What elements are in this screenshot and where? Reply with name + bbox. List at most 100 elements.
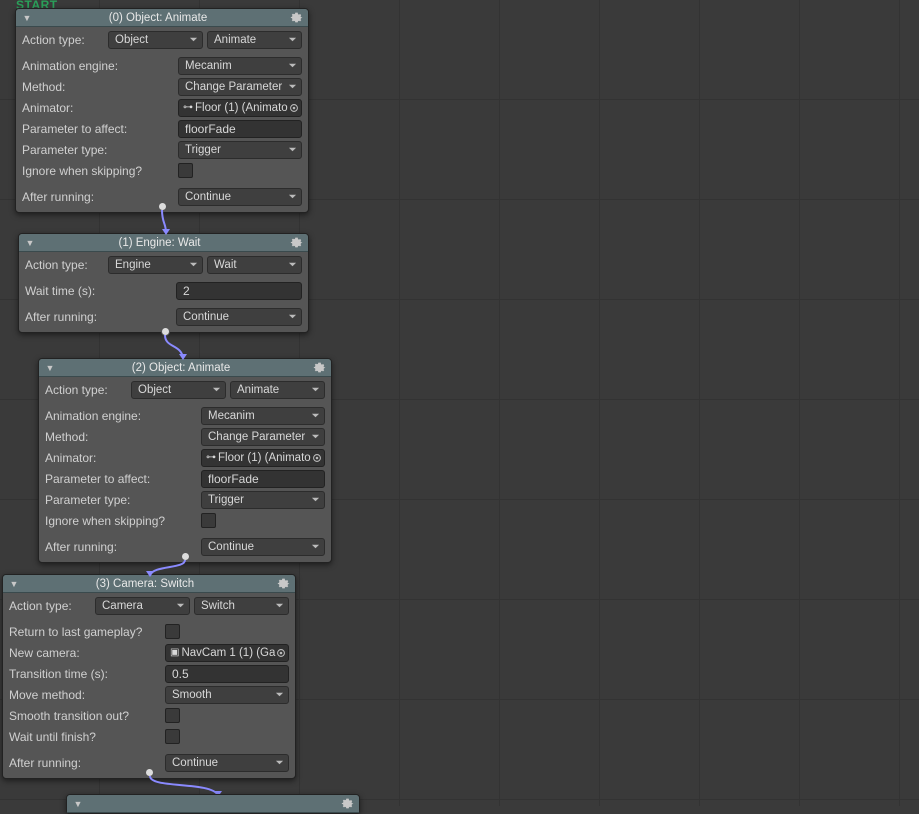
- chevron-down-icon: [287, 35, 297, 45]
- label-parameter-type: Parameter type:: [22, 143, 107, 157]
- checkbox-return-gameplay[interactable]: [165, 624, 180, 639]
- connector-dot[interactable]: [158, 202, 167, 211]
- select-animation-engine[interactable]: Mecanim: [178, 57, 302, 75]
- chevron-down-icon: [310, 542, 320, 552]
- node-title: (2) Object: Animate: [57, 362, 311, 374]
- label-animator: Animator:: [22, 101, 73, 115]
- gear-icon[interactable]: [288, 235, 304, 251]
- checkbox-smooth-out[interactable]: [165, 708, 180, 723]
- node-header[interactable]: ▼ (1) Engine: Wait: [19, 234, 308, 252]
- label-return-gameplay: Return to last gameplay?: [9, 625, 142, 639]
- select-action-category[interactable]: Engine: [108, 256, 203, 274]
- object-field-animator[interactable]: ⊶ Floor (1) (Animato: [178, 99, 302, 117]
- select-after-running[interactable]: Continue: [201, 538, 325, 556]
- label-after-running: After running:: [9, 756, 81, 770]
- chevron-down-icon: [287, 145, 297, 155]
- connector-dot[interactable]: [161, 327, 170, 336]
- select-parameter-type[interactable]: Trigger: [178, 141, 302, 159]
- chevron-down-icon: [188, 35, 198, 45]
- chevron-down-icon: [287, 192, 297, 202]
- node-title: (0) Object: Animate: [34, 12, 288, 24]
- label-animation-engine: Animation engine:: [22, 59, 118, 73]
- checkbox-ignore-skipping[interactable]: [201, 513, 216, 528]
- chevron-down-icon: [274, 758, 284, 768]
- label-action-type: Action type:: [22, 33, 85, 47]
- checkbox-ignore-skipping[interactable]: [178, 163, 193, 178]
- collapse-icon[interactable]: ▼: [71, 797, 85, 811]
- node-header[interactable]: ▼ (0) Object: Animate: [16, 9, 308, 27]
- gear-icon[interactable]: [339, 796, 355, 812]
- animator-type-icon: ⊶: [206, 453, 216, 463]
- label-smooth-out: Smooth transition out?: [9, 709, 129, 723]
- select-after-running[interactable]: Continue: [176, 308, 302, 326]
- checkbox-wait-finish[interactable]: [165, 729, 180, 744]
- object-field-new-camera[interactable]: ▣ NavCam 1 (1) (Ga: [165, 644, 289, 662]
- object-picker-icon[interactable]: [275, 646, 287, 660]
- gear-icon[interactable]: [311, 360, 327, 376]
- select-move-method[interactable]: Smooth: [165, 686, 289, 704]
- input-parameter[interactable]: floorFade: [201, 470, 325, 488]
- select-action[interactable]: Wait: [207, 256, 302, 274]
- select-method[interactable]: Change Parameter: [201, 428, 325, 446]
- collapse-icon[interactable]: ▼: [23, 236, 37, 250]
- collapse-icon[interactable]: ▼: [7, 577, 21, 591]
- label-action-type: Action type:: [45, 383, 108, 397]
- label-action-type: Action type:: [25, 258, 88, 272]
- label-transition-time: Transition time (s):: [9, 667, 108, 681]
- select-parameter-type[interactable]: Trigger: [201, 491, 325, 509]
- label-method: Method:: [45, 430, 88, 444]
- chevron-down-icon: [310, 495, 320, 505]
- label-after-running: After running:: [45, 540, 117, 554]
- connector-dot[interactable]: [181, 552, 190, 561]
- gear-icon[interactable]: [288, 10, 304, 26]
- node-engine-wait-1[interactable]: ▼ (1) Engine: Wait Action type: Engine W…: [18, 233, 309, 333]
- node-object-animate-0[interactable]: ▼ (0) Object: Animate Action type: Objec…: [15, 8, 309, 213]
- node-next-partial[interactable]: ▼: [66, 794, 360, 814]
- node-camera-switch-3[interactable]: ▼ (3) Camera: Switch Action type: Camera…: [2, 574, 296, 779]
- input-transition-time[interactable]: 0.5: [165, 665, 289, 683]
- select-action[interactable]: Switch: [194, 597, 289, 615]
- select-action[interactable]: Animate: [207, 31, 302, 49]
- select-method[interactable]: Change Parameter: [178, 78, 302, 96]
- node-object-animate-2[interactable]: ▼ (2) Object: Animate Action type: Objec…: [38, 358, 332, 563]
- select-action-category[interactable]: Object: [108, 31, 203, 49]
- connector-dot[interactable]: [145, 768, 154, 777]
- node-header[interactable]: ▼: [67, 795, 359, 813]
- collapse-icon[interactable]: ▼: [20, 11, 34, 25]
- object-picker-icon[interactable]: [288, 101, 300, 115]
- label-parameter: Parameter to affect:: [22, 122, 127, 136]
- input-wait-time[interactable]: 2: [176, 282, 302, 300]
- chevron-down-icon: [274, 601, 284, 611]
- select-animation-engine[interactable]: Mecanim: [201, 407, 325, 425]
- select-action[interactable]: Animate: [230, 381, 325, 399]
- label-parameter-type: Parameter type:: [45, 493, 130, 507]
- label-after-running: After running:: [25, 310, 97, 324]
- select-action-category[interactable]: Camera: [95, 597, 190, 615]
- chevron-down-icon: [287, 312, 297, 322]
- chevron-down-icon: [175, 601, 185, 611]
- label-move-method: Move method:: [9, 688, 85, 702]
- label-action-type: Action type:: [9, 599, 72, 613]
- input-parameter[interactable]: floorFade: [178, 120, 302, 138]
- chevron-down-icon: [287, 260, 297, 270]
- gear-icon[interactable]: [275, 576, 291, 592]
- chevron-down-icon: [274, 690, 284, 700]
- chevron-down-icon: [310, 411, 320, 421]
- chevron-down-icon: [310, 432, 320, 442]
- label-animator: Animator:: [45, 451, 96, 465]
- collapse-icon[interactable]: ▼: [43, 361, 57, 375]
- node-title: (3) Camera: Switch: [21, 578, 275, 590]
- node-header[interactable]: ▼ (3) Camera: Switch: [3, 575, 295, 593]
- object-field-animator[interactable]: ⊶ Floor (1) (Animato: [201, 449, 325, 467]
- node-header[interactable]: ▼ (2) Object: Animate: [39, 359, 331, 377]
- label-ignore-skipping: Ignore when skipping?: [22, 164, 142, 178]
- select-after-running[interactable]: Continue: [178, 188, 302, 206]
- select-action-category[interactable]: Object: [131, 381, 226, 399]
- object-picker-icon[interactable]: [311, 451, 323, 465]
- label-method: Method:: [22, 80, 65, 94]
- chevron-down-icon: [310, 385, 320, 395]
- select-after-running[interactable]: Continue: [165, 754, 289, 772]
- camera-type-icon: ▣: [170, 648, 179, 658]
- label-after-running: After running:: [22, 190, 94, 204]
- label-wait-finish: Wait until finish?: [9, 730, 96, 744]
